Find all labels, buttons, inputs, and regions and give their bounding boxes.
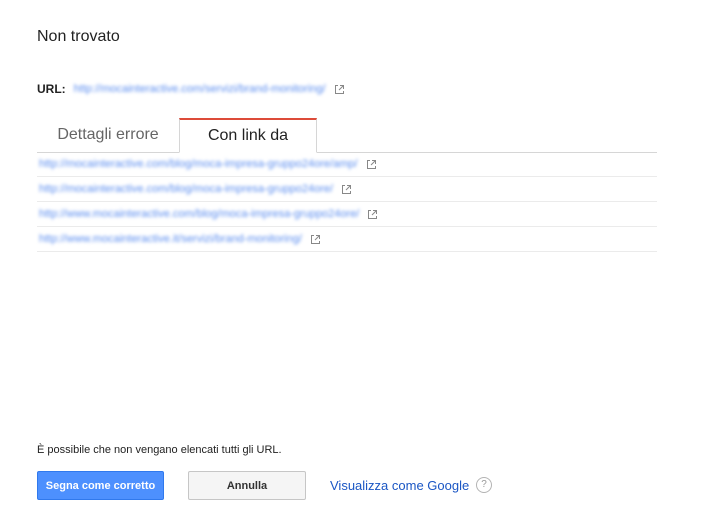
url-label: URL: bbox=[37, 82, 66, 96]
linked-url[interactable]: http://mocainteractive.com/blog/moca-imp… bbox=[39, 158, 358, 170]
fetch-as-google-link[interactable]: Visualizza come Google bbox=[330, 478, 469, 493]
page-title: Non trovato bbox=[37, 28, 120, 45]
help-icon[interactable]: ? bbox=[476, 477, 492, 493]
mark-as-fixed-button[interactable]: Segna come corretto bbox=[37, 471, 164, 500]
urls-note: È possibile che non vengano elencati tut… bbox=[37, 444, 282, 456]
linked-from-list: http://mocainteractive.com/blog/moca-imp… bbox=[37, 152, 657, 252]
list-item: http://mocainteractive.com/blog/moca-imp… bbox=[37, 152, 657, 177]
external-link-icon[interactable] bbox=[334, 84, 345, 95]
list-item: http://mocainteractive.com/blog/moca-imp… bbox=[37, 177, 657, 202]
tab-error-details[interactable]: Dettagli errore bbox=[37, 118, 179, 152]
linked-url[interactable]: http://www.mocainteractive.it/servizi/br… bbox=[39, 233, 302, 245]
tab-bar: Dettagli errore Con link da bbox=[37, 118, 657, 153]
list-item: http://www.mocainteractive.it/servizi/br… bbox=[37, 227, 657, 252]
url-value-link[interactable]: http://mocainteractive.com/servizi/brand… bbox=[74, 83, 326, 95]
tab-linked-from[interactable]: Con link da bbox=[179, 118, 317, 153]
external-link-icon[interactable] bbox=[341, 184, 352, 195]
external-link-icon[interactable] bbox=[367, 209, 378, 220]
external-link-icon[interactable] bbox=[366, 159, 377, 170]
linked-url[interactable]: http://www.mocainteractive.com/blog/moca… bbox=[39, 208, 359, 220]
external-link-icon[interactable] bbox=[310, 234, 321, 245]
list-item: http://www.mocainteractive.com/blog/moca… bbox=[37, 202, 657, 227]
url-row: URL: http://mocainteractive.com/servizi/… bbox=[37, 82, 345, 96]
linked-url[interactable]: http://mocainteractive.com/blog/moca-imp… bbox=[39, 183, 333, 195]
cancel-button[interactable]: Annulla bbox=[188, 471, 306, 500]
